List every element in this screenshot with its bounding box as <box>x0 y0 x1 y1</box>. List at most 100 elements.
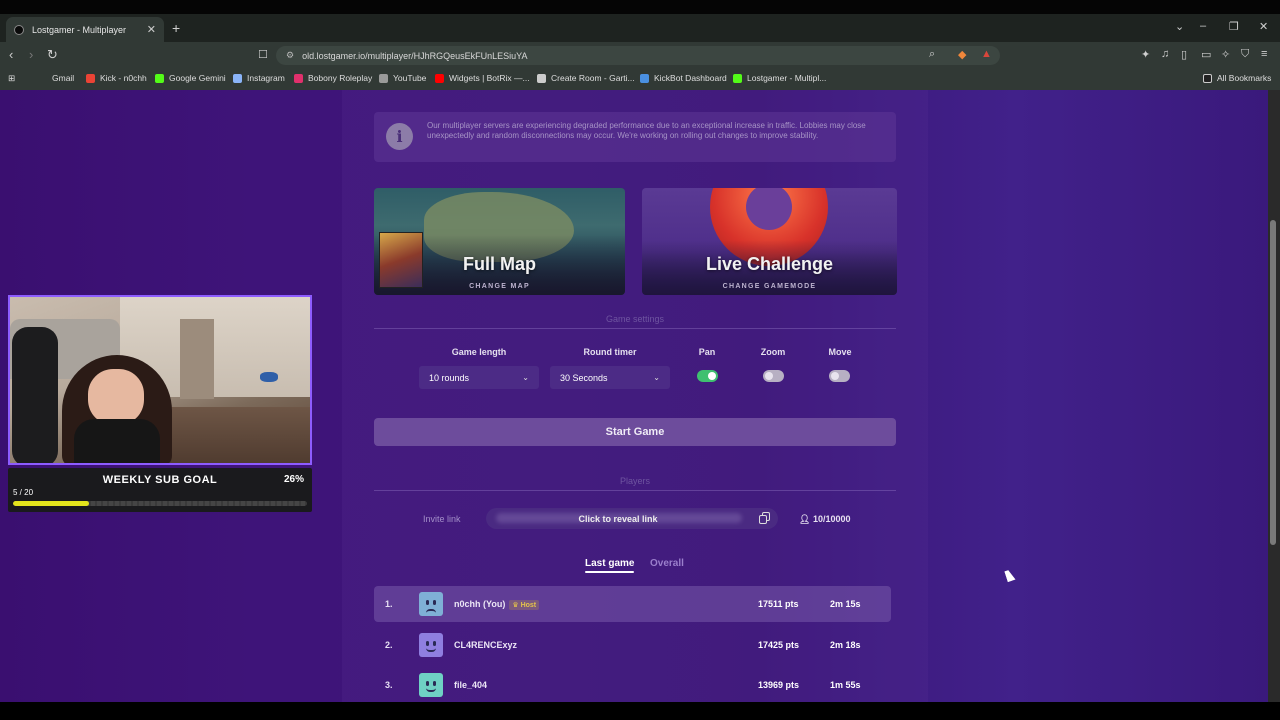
bookmark-icon[interactable]: ☐ <box>258 47 268 63</box>
bookmark-botrix[interactable]: Widgets | BotRix —... <box>435 73 530 83</box>
avatar <box>419 633 443 657</box>
copy-icon[interactable] <box>759 512 771 525</box>
notice-text: Our multiplayer servers are experiencing… <box>427 121 866 140</box>
extensions-icon[interactable]: ✦ <box>1141 48 1150 61</box>
avatar-eye <box>433 600 436 605</box>
bookmark-kick[interactable]: Kick - n0chh <box>86 73 147 83</box>
sub-goal-percent: 26% <box>283 474 304 485</box>
game-length-label: Game length <box>451 347 507 357</box>
change-map-label: CHANGE MAP <box>469 283 530 290</box>
game-length-select[interactable]: 10 rounds ⌄ <box>419 366 539 389</box>
brave-shield-icon[interactable]: ◆ <box>958 48 966 61</box>
avatar <box>419 673 443 697</box>
vpn-shield-icon[interactable]: ⛉ <box>1241 48 1249 61</box>
lostgamer-favicon-icon <box>14 24 24 35</box>
apps-grid-icon[interactable]: ⊞ <box>8 73 15 84</box>
zoom-toggle[interactable] <box>763 370 784 382</box>
cam-microphone <box>12 327 58 463</box>
forward-icon[interactable]: › <box>29 47 33 63</box>
bookmark-gartic[interactable]: Create Room - Garti... <box>537 73 635 83</box>
invite-link-label: Invite link <box>423 514 461 524</box>
toggle-knob <box>765 372 773 380</box>
tab-search-chevron-icon[interactable]: ⌄ <box>1175 20 1184 33</box>
bookmark-instagram[interactable]: Instagram <box>233 73 285 83</box>
player-time: 2m 18s <box>830 640 861 650</box>
tab-overall[interactable]: Overall <box>650 558 684 569</box>
host-label: Host <box>520 602 537 609</box>
scrollbar-thumb[interactable] <box>1270 220 1276 545</box>
rank: 3. <box>385 680 393 690</box>
zoom-search-icon[interactable]: ⌕ <box>929 48 935 61</box>
new-tab-button[interactable]: + <box>172 20 180 36</box>
game-settings-heading: Game settings <box>605 314 665 324</box>
player-name: file_404 <box>454 680 488 690</box>
sub-goal-count: 5 / 20 <box>13 488 34 497</box>
rewards-triangle-icon[interactable]: ▲ <box>981 48 992 60</box>
player-count: 👤︎ 10/10000 <box>799 514 850 525</box>
bookmark-bobony[interactable]: Bobony Roleplay <box>294 73 372 83</box>
bookmark-kickbot[interactable]: KickBot Dashboard <box>640 73 727 83</box>
tab-last-game[interactable]: Last game <box>585 558 635 573</box>
table-row: 2. CL4RENCExyz 17425 pts 2m 18s <box>374 627 891 663</box>
players-heading: Players <box>619 476 650 486</box>
copy-front <box>759 515 767 524</box>
reveal-link-text[interactable]: Click to reveal link <box>486 514 750 524</box>
folder-icon <box>1203 73 1212 83</box>
bookmark-gmail[interactable]: Gmail <box>38 73 74 83</box>
back-icon[interactable]: ‹ <box>9 47 13 63</box>
site-info-icon[interactable]: ⚙ <box>286 50 294 61</box>
move-label: Move <box>828 347 852 357</box>
window-close-icon[interactable]: ✕ <box>1259 20 1268 33</box>
avatar-eye <box>426 641 429 646</box>
top-black-bar <box>0 0 1280 14</box>
gemini-icon <box>155 73 164 83</box>
gamemode-card[interactable]: Live Challenge CHANGE GAMEMODE <box>642 188 897 295</box>
toggle-knob <box>831 372 839 380</box>
pan-label: Pan <box>698 347 716 357</box>
person-icon: 👤︎ <box>799 514 813 524</box>
menu-icon[interactable]: ≡ <box>1261 48 1267 60</box>
chevron-down-icon: ⌄ <box>653 373 660 382</box>
bookmark-gemini[interactable]: Google Gemini <box>155 73 226 83</box>
pan-toggle[interactable] <box>697 370 718 382</box>
move-toggle[interactable] <box>829 370 850 382</box>
tab-close-icon[interactable]: ✕ <box>147 23 156 36</box>
gmail-icon <box>38 74 47 83</box>
wallet-icon[interactable]: ▭ <box>1201 48 1211 61</box>
leo-ai-icon[interactable]: ✧ <box>1221 48 1230 61</box>
info-icon: i <box>386 123 413 150</box>
round-timer-select[interactable]: 30 Seconds ⌄ <box>550 366 670 389</box>
instagram-icon <box>233 73 242 83</box>
sub-goal-fill <box>13 501 90 506</box>
minimize-icon[interactable]: – <box>1200 20 1206 32</box>
sidebar-icon[interactable]: ▯ <box>1181 48 1187 61</box>
browser-tab[interactable]: Lostgamer - Multiplayer ✕ <box>6 17 164 42</box>
all-bookmarks[interactable]: All Bookmarks <box>1203 73 1271 83</box>
player-points: 13969 pts <box>758 680 800 690</box>
address-bar[interactable]: ⚙ old.lostgamer.io/multiplayer/HJhRGQeus… <box>276 46 1000 65</box>
avatar <box>419 592 443 616</box>
bookmark-youtube[interactable]: YouTube <box>379 73 426 83</box>
start-game-button[interactable]: Start Game <box>374 418 896 446</box>
crown-icon: ♛ <box>512 602 521 609</box>
kickbot-icon <box>640 73 649 83</box>
media-icon[interactable]: ♫ <box>1161 48 1169 60</box>
rank: 1. <box>385 599 393 609</box>
host-badge: ♛ Host <box>509 600 540 610</box>
tab-strip <box>0 14 1280 42</box>
bookmark-lostgamer[interactable]: Lostgamer - Multipl... <box>733 73 826 83</box>
player-time: 2m 15s <box>830 599 861 609</box>
player-points: 17425 pts <box>758 640 800 650</box>
avatar-eye <box>433 681 436 686</box>
round-timer-label: Round timer <box>583 347 637 357</box>
avatar-mouth <box>426 609 436 613</box>
gartic-icon <box>537 73 546 83</box>
sub-goal-widget: WEEKLY SUB GOAL 26% 5 / 20 <box>8 468 312 512</box>
cam-door <box>180 319 214 399</box>
restore-icon[interactable]: ❐ <box>1229 20 1239 33</box>
reload-icon[interactable]: ↻ <box>47 47 58 63</box>
map-card[interactable]: Full Map CHANGE MAP <box>374 188 625 295</box>
divider <box>374 328 896 329</box>
cam-floor <box>170 407 310 463</box>
rank: 2. <box>385 640 393 650</box>
